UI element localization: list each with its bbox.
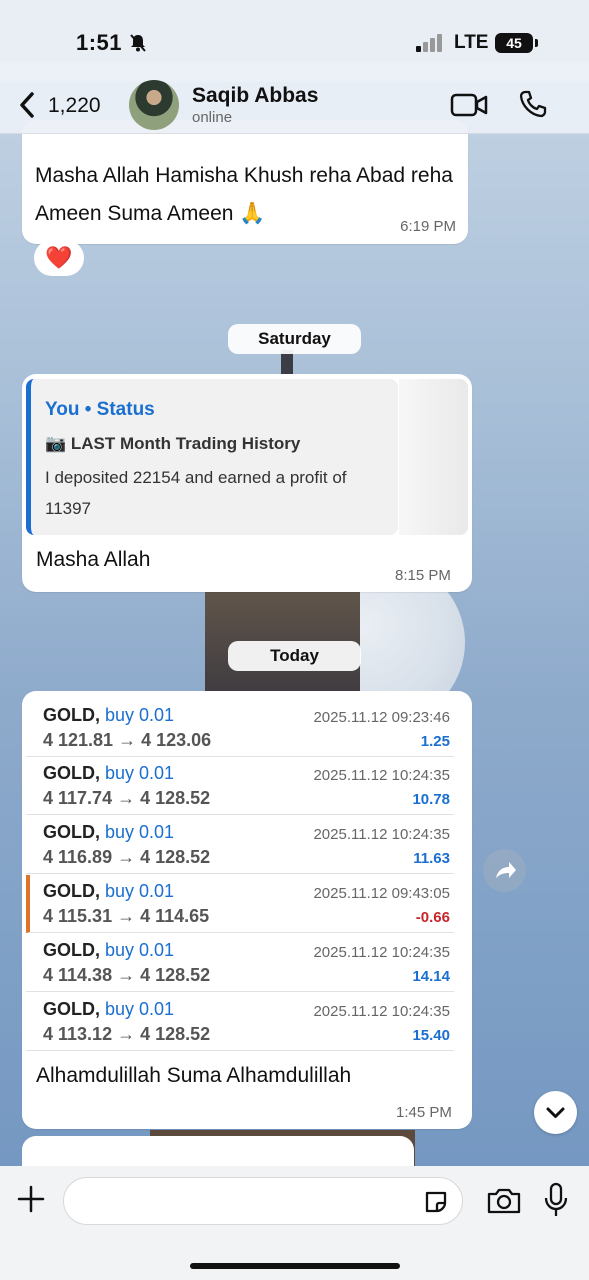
trade-prices: 4 115.31 → 4 114.65 bbox=[43, 906, 210, 926]
date-separator: Today bbox=[228, 641, 361, 671]
quote-subtitle: 📷 LAST Month Trading History bbox=[45, 434, 301, 453]
scroll-to-bottom-button[interactable] bbox=[534, 1091, 577, 1134]
status-time: 1:51 bbox=[76, 30, 123, 55]
contact-name[interactable]: Saqib Abbas bbox=[192, 84, 318, 108]
trade-prices: 4 117.74 → 4 128.52 bbox=[43, 788, 211, 808]
trade-direction: buy 0.01 bbox=[105, 822, 175, 842]
trade-profit: 15.40 bbox=[412, 1027, 450, 1044]
trade-prices: 4 121.81 → 4 123.06 bbox=[43, 730, 212, 750]
trade-datetime: 2025.11.12 09:23:46 bbox=[313, 709, 450, 726]
signal-icon bbox=[416, 34, 446, 52]
trade-datetime: 2025.11.12 10:24:35 bbox=[313, 944, 450, 961]
trade-symbol: GOLD, buy 0.01 bbox=[43, 822, 175, 842]
trade-row: GOLD, buy 0.01 4 121.81 → 4 123.06 2025.… bbox=[26, 699, 454, 757]
message-bubble[interactable]: Masha Allah Hamisha Khush reha Abad reha… bbox=[22, 120, 468, 244]
mute-icon bbox=[130, 34, 146, 52]
message-text: Alhamdulillah Suma Alhamdulillah bbox=[36, 1064, 352, 1087]
trade-prices: 4 113.12 → 4 128.52 bbox=[43, 1024, 211, 1044]
date-separator: Saturday bbox=[228, 324, 361, 354]
sticker-icon[interactable] bbox=[423, 1189, 449, 1215]
trade-profit: 1.25 bbox=[420, 733, 450, 750]
avatar[interactable] bbox=[129, 80, 179, 130]
trade-profit: 11.63 bbox=[413, 850, 450, 867]
trade-direction: buy 0.01 bbox=[105, 999, 175, 1019]
trade-datetime: 2025.11.12 10:24:35 bbox=[313, 767, 450, 784]
quote-title: You • Status bbox=[45, 399, 155, 420]
reaction-badge[interactable]: ❤️ bbox=[34, 240, 84, 276]
trade-symbol: GOLD, buy 0.01 bbox=[43, 940, 175, 960]
trade-row: GOLD, buy 0.01 4 116.89 → 4 128.52 2025.… bbox=[26, 816, 454, 874]
trade-datetime: 2025.11.12 10:24:35 bbox=[313, 1003, 450, 1020]
trade-profit: 10.78 bbox=[412, 791, 450, 808]
camera-icon[interactable] bbox=[486, 1186, 522, 1216]
trade-profit: 14.14 bbox=[412, 968, 450, 985]
unread-count[interactable]: 1,220 bbox=[48, 94, 101, 118]
trade-symbol: GOLD, buy 0.01 bbox=[43, 763, 175, 783]
chat-header: 1,220 Saqib Abbas online bbox=[0, 62, 589, 134]
battery-icon: 45 bbox=[495, 33, 538, 53]
message-time: 6:19 PM bbox=[400, 218, 456, 235]
input-bar bbox=[0, 1166, 589, 1280]
plus-icon[interactable] bbox=[16, 1184, 46, 1214]
trade-row: GOLD, buy 0.01 4 115.31 → 4 114.65 2025.… bbox=[26, 875, 454, 933]
quote-body: I deposited 22154 and earned a profit of… bbox=[45, 468, 347, 518]
trade-datetime: 2025.11.12 10:24:35 bbox=[313, 826, 450, 843]
message-text: Masha Allah Hamisha Khush reha Abad reha… bbox=[35, 164, 453, 225]
forward-button[interactable] bbox=[483, 849, 526, 892]
status-reply-quote[interactable]: You • Status 📷 LAST Month Trading Histor… bbox=[26, 379, 398, 535]
trade-row: GOLD, buy 0.01 4 117.74 → 4 128.52 2025.… bbox=[26, 757, 454, 815]
trade-symbol: GOLD, buy 0.01 bbox=[43, 999, 175, 1019]
trade-direction: buy 0.01 bbox=[105, 705, 175, 725]
mic-icon[interactable] bbox=[543, 1182, 569, 1218]
trade-direction: buy 0.01 bbox=[105, 940, 175, 960]
back-chevron-icon[interactable] bbox=[16, 90, 38, 120]
message-input[interactable] bbox=[63, 1177, 463, 1225]
trade-prices: 4 114.38 → 4 128.52 bbox=[43, 965, 211, 985]
trade-profit: -0.66 bbox=[415, 909, 450, 926]
trade-symbol: GOLD, buy 0.01 bbox=[43, 705, 175, 725]
message-time: 1:45 PM bbox=[396, 1104, 452, 1121]
network-label: LTE bbox=[454, 32, 489, 53]
message-time: 8:15 PM bbox=[395, 567, 451, 584]
chevron-down-icon bbox=[546, 1107, 565, 1118]
trade-prices: 4 116.89 → 4 128.52 bbox=[43, 847, 211, 867]
trade-datetime: 2025.11.12 09:43:05 bbox=[313, 885, 450, 902]
status-thumbnail bbox=[399, 379, 468, 535]
trade-symbol: GOLD, buy 0.01 bbox=[43, 881, 175, 901]
video-icon[interactable] bbox=[450, 92, 488, 118]
message-text: Masha Allah bbox=[36, 548, 151, 571]
trade-row: GOLD, buy 0.01 4 114.38 → 4 128.52 2025.… bbox=[26, 934, 454, 992]
trade-direction: buy 0.01 bbox=[105, 763, 175, 783]
home-indicator bbox=[190, 1263, 400, 1269]
phone-icon[interactable] bbox=[518, 89, 548, 119]
forward-icon bbox=[496, 862, 516, 878]
trade-direction: buy 0.01 bbox=[105, 881, 175, 901]
contact-status: online bbox=[192, 109, 233, 126]
trade-row: GOLD, buy 0.01 4 113.12 → 4 128.52 2025.… bbox=[26, 993, 454, 1051]
